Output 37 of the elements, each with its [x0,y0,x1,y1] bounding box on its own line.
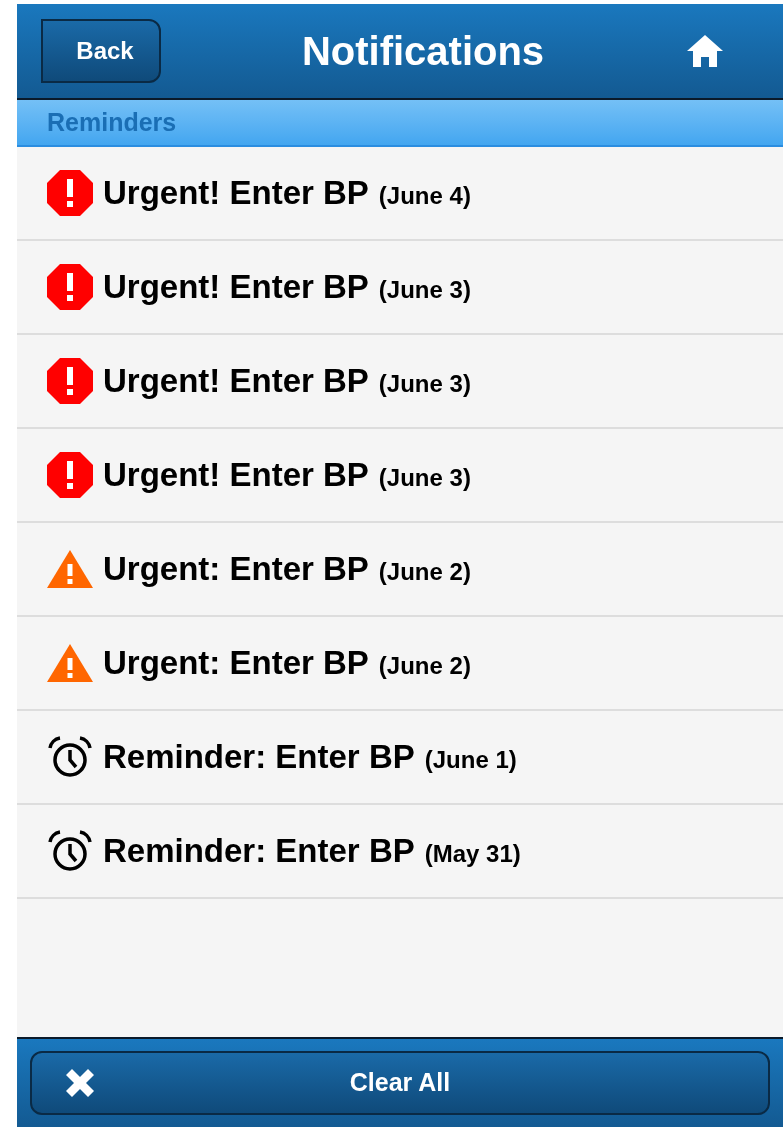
page-title: Notifications [301,28,545,75]
back-button[interactable]: Back [41,19,161,83]
notification-title: Urgent! Enter BP [103,455,369,496]
notification-title: Reminder: Enter BP [103,737,415,778]
notification-item[interactable]: Reminder: Enter BP (June 1) [17,711,783,805]
notification-date: (June 2) [378,651,471,681]
clear-all-button[interactable]: Clear All [30,1051,770,1115]
notification-title: Reminder: Enter BP [103,831,415,872]
notification-title: Urgent! Enter BP [103,267,369,308]
notification-date: (June 3) [378,463,471,493]
home-icon[interactable] [685,33,725,69]
notification-date: (June 2) [378,557,471,587]
notification-item[interactable]: Urgent! Enter BP (June 3) [17,429,783,523]
warning-triangle-icon [47,550,93,588]
notification-title: Urgent! Enter BP [103,173,369,214]
alarm-clock-icon [47,736,93,778]
notification-date: (June 3) [378,369,471,399]
notification-date: (June 4) [378,181,471,211]
alert-octagon-icon [47,264,93,310]
notification-date: (June 1) [424,745,517,775]
alert-octagon-icon [47,358,93,404]
alert-octagon-icon [47,170,93,216]
notification-title: Urgent: Enter BP [103,643,369,684]
notification-item[interactable]: Urgent! Enter BP (June 3) [17,335,783,429]
notification-title: Urgent: Enter BP [103,549,369,590]
section-title: Reminders [47,106,177,138]
notification-title: Urgent! Enter BP [103,361,369,402]
notification-item[interactable]: Urgent! Enter BP (June 3) [17,241,783,335]
notification-item[interactable]: Urgent: Enter BP (June 2) [17,617,783,711]
alarm-clock-icon [47,830,93,872]
notification-item[interactable]: Urgent: Enter BP (June 2) [17,523,783,617]
notification-item[interactable]: Reminder: Enter BP (May 31) [17,805,783,899]
notification-date: (June 3) [378,275,471,305]
alert-octagon-icon [47,452,93,498]
notification-date: (May 31) [424,839,521,869]
warning-triangle-icon [47,644,93,682]
notification-item[interactable]: Urgent! Enter BP (June 4) [17,147,783,241]
